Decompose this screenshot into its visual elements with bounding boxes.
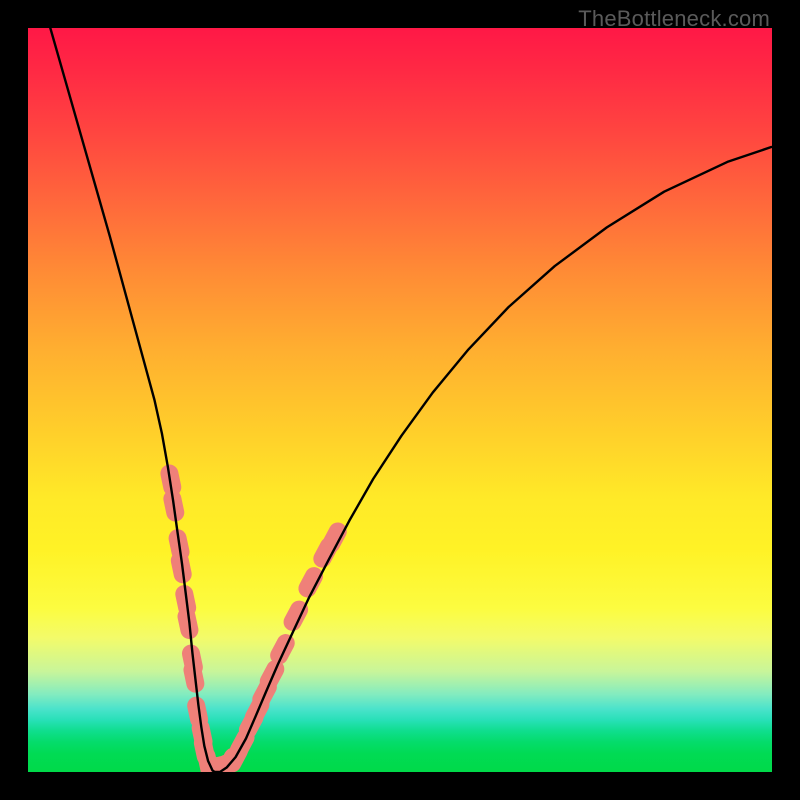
bottleneck-curve <box>50 28 771 772</box>
sample-dots <box>169 474 337 773</box>
watermark-text: TheBottleneck.com <box>578 6 770 32</box>
chart-overlay <box>28 28 772 772</box>
